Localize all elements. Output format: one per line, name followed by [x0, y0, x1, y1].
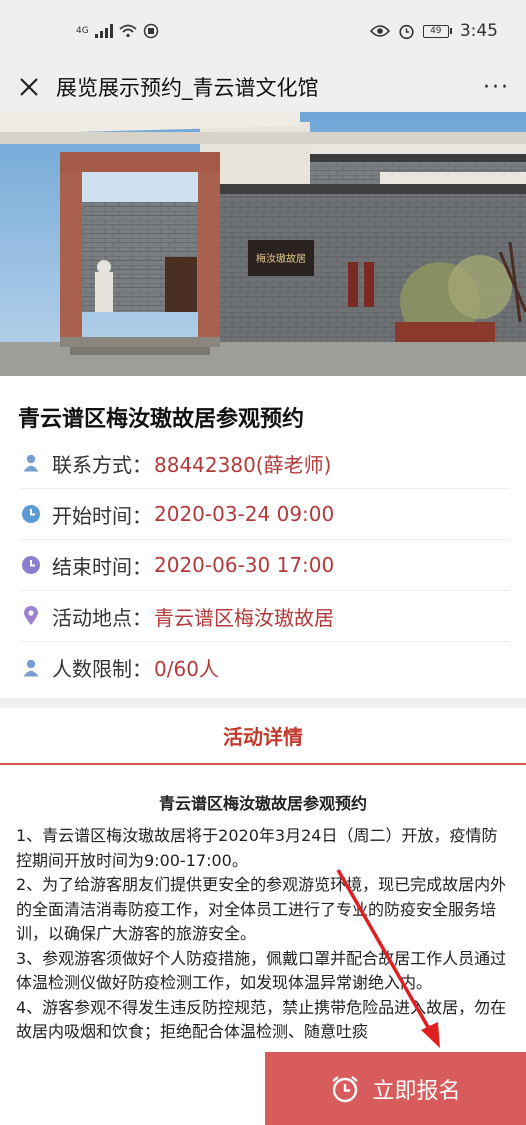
clock-icon [20, 554, 42, 576]
article-paragraph: 1、青云谱区梅汝璈故居将于2020年3月24日（周二）开放，疫情防控期间开放时间… [16, 826, 498, 870]
article-paragraph: 4、游客参观不得发生违反防控规范，禁止携带危险品进入故居，勿在故居内吸烟和饮食；… [16, 997, 507, 1042]
clock-icon [20, 503, 42, 525]
signal-icon [94, 24, 113, 38]
info-row-location: 活动地点： 青云谱区梅汝璈故居 [20, 591, 510, 642]
status-time: 3:45 [459, 21, 498, 41]
nav-bar: 展览展示预约_青云谱文化馆 ··· [0, 62, 526, 112]
page-title: 展览展示预约_青云谱文化馆 [56, 76, 319, 100]
section-divider [0, 698, 526, 708]
info-label: 活动地点： [52, 605, 152, 630]
network-label: 4G [76, 26, 89, 36]
alarm-clock-icon [332, 1075, 359, 1102]
battery-icon: 49 [422, 24, 452, 38]
capacity-value: 0/60人 [154, 657, 219, 681]
start-time-value: 2020-03-24 09:00 [154, 502, 335, 526]
article-paragraph: 2、为了给游客朋友们提供更安全的参观游览环境，现已完成故居内外的全面清洁消毒防疫… [16, 875, 507, 943]
status-left: 4G [76, 23, 159, 39]
info-row-capacity: 人数限制： 0/60人 [20, 642, 510, 693]
info-label: 人数限制： [52, 657, 152, 681]
signup-button[interactable]: 立即报名 [265, 1052, 526, 1125]
eye-icon [369, 25, 390, 37]
status-right: 49 3:45 [369, 21, 498, 41]
hero-sign-text: 梅汝璈故居 [256, 252, 306, 265]
battery-level: 49 [422, 24, 449, 38]
article-paragraph: 3、参观游客须做好个人防疫措施，佩戴口罩并配合故居工作人员通过体温检测仪做好防疫… [16, 948, 507, 993]
info-label: 联系方式： [52, 452, 152, 477]
contact-value[interactable]: 88442380(薛老师) [154, 449, 331, 478]
signup-label: 立即报名 [372, 1078, 461, 1104]
more-menu-icon[interactable]: ··· [483, 75, 510, 100]
info-row-start-time: 开始时间： 2020-03-24 09:00 [20, 489, 510, 540]
info-row-end-time: 结束时间： 2020-06-30 17:00 [20, 540, 510, 591]
info-label: 开始时间： [52, 503, 152, 528]
wifi-icon [119, 24, 137, 38]
article: 青云谱区梅汝璈故居参观预约 1、青云谱区梅汝璈故居将于2020年3月24日（周二… [16, 790, 510, 1052]
close-icon[interactable] [16, 75, 42, 99]
person-icon [20, 657, 42, 679]
event-info: 青云谱区梅汝璈故居参观预约 联系方式： 88442380(薛老师) 开始时间： … [0, 376, 526, 698]
hero-image: 梅汝璈故居 [0, 112, 526, 376]
info-row-contact: 联系方式： 88442380(薛老师) [20, 438, 510, 489]
location-value[interactable]: 青云谱区梅汝璈故居 [154, 602, 334, 631]
end-time-value: 2020-06-30 17:00 [154, 553, 335, 577]
notification-icon [143, 23, 158, 39]
person-icon [20, 452, 42, 474]
tab-details-label: 活动详情 [223, 725, 303, 749]
status-bar: 4G 49 3:45 [0, 0, 526, 62]
location-pin-icon [20, 605, 42, 627]
event-title: 青云谱区梅汝璈故居参观预约 [18, 407, 305, 432]
article-title: 青云谱区梅汝璈故居参观预约 [158, 794, 367, 813]
tab-details[interactable]: 活动详情 [0, 708, 526, 765]
info-label: 结束时间： [52, 554, 152, 579]
alarm-icon [399, 24, 414, 39]
